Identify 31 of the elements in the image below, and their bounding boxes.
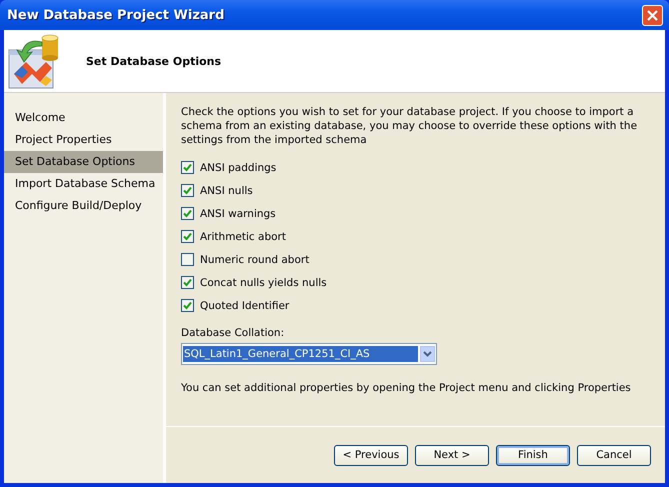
wizard-button[interactable]: Finish: [496, 444, 570, 466]
checkbox[interactable]: [181, 276, 194, 289]
sidebar-item[interactable]: Project Properties: [4, 129, 163, 151]
checkbox[interactable]: [181, 184, 194, 197]
collation-dropdown[interactable]: SQL_Latin1_General_CP1251_CI_AS: [181, 343, 437, 365]
sidebar-item[interactable]: Set Database Options: [4, 151, 163, 173]
wizard-button[interactable]: Cancel: [577, 444, 651, 466]
option-label: Arithmetic abort: [200, 230, 286, 242]
note-text: You can set additional properties by opening the Project menu and clicking Properties: [181, 382, 632, 394]
option-label: Numeric round abort: [200, 254, 310, 266]
close-button[interactable]: [642, 4, 663, 26]
close-icon: [646, 8, 659, 22]
checkbox[interactable]: [181, 253, 194, 266]
page-title: Set Database Options: [86, 54, 222, 68]
wizard-button[interactable]: < Previous: [334, 444, 408, 466]
option-label: ANSI nulls: [200, 184, 253, 196]
checkbox[interactable]: [181, 207, 194, 220]
option-label: ANSI paddings: [200, 162, 276, 174]
option-label: Concat nulls yields nulls: [200, 276, 327, 288]
option-label: ANSI warnings: [200, 208, 276, 220]
collation-label: Database Collation:: [181, 327, 286, 339]
sidebar-item[interactable]: Import Database Schema: [4, 173, 163, 195]
window-title: New Database Project Wizard: [7, 8, 224, 22]
checkbox[interactable]: [181, 230, 194, 243]
checkbox[interactable]: [181, 299, 194, 312]
checkbox[interactable]: [181, 161, 194, 174]
option-label: Quoted Identifier: [200, 300, 290, 312]
description-text: Check the options you wish to set for your database project. If you choose to import a schema from an existing database, you may choose to override these options with the settings from the imported schema: [181, 105, 638, 147]
wizard-button[interactable]: Next >: [415, 444, 489, 466]
sidebar-item[interactable]: Configure Build/Deploy: [4, 195, 163, 217]
sidebar-item[interactable]: Welcome: [4, 107, 163, 129]
